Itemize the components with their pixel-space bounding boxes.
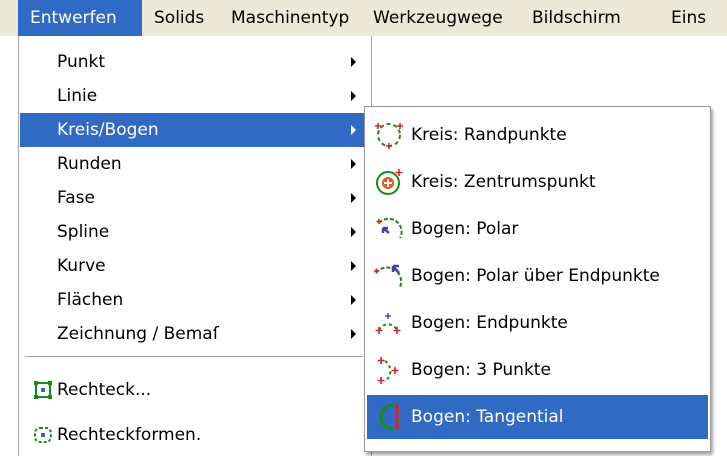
menu-item-label: Runden xyxy=(57,154,122,174)
menu-item-label: Rechteckformen. xyxy=(57,425,202,445)
submenu-item-bogen-polar-endpunkte[interactable]: Bogen: Polar über Endpunkte xyxy=(367,254,708,298)
menu-item-punkt[interactable]: Punkt xyxy=(20,45,370,79)
arc-3-points-icon xyxy=(373,355,405,385)
submenu-item-bogen-endpunkte[interactable]: Bogen: Endpunkte xyxy=(367,301,708,345)
submenu-item-label: Bogen: 3 Punkte xyxy=(411,360,551,380)
kreis-bogen-submenu: Kreis: Randpunkte Kreis: Zentrumspunkt B… xyxy=(364,106,711,452)
menu-bildschirm[interactable]: Bildschirm xyxy=(532,0,621,36)
submenu-arrow-icon xyxy=(351,125,356,135)
circle-center-point-icon xyxy=(373,167,405,197)
circle-edge-points-icon xyxy=(373,120,405,150)
menu-item-label: Linie xyxy=(57,86,98,106)
menu-item-label: Fase xyxy=(57,188,95,208)
menu-item-label: Zeichnung / Bemaſ xyxy=(57,324,219,344)
submenu-arrow-icon xyxy=(351,193,356,203)
menu-solids[interactable]: Solids xyxy=(154,0,204,36)
menu-item-fase[interactable]: Fase xyxy=(20,181,370,215)
menu-item-kurve[interactable]: Kurve xyxy=(20,249,370,283)
menu-separator xyxy=(25,356,363,358)
menu-item-label: Kreis/Bogen xyxy=(57,120,159,140)
menu-item-label: Spline xyxy=(57,222,110,242)
rectangle-icon xyxy=(33,380,53,400)
arc-polar-endpoints-icon xyxy=(373,261,405,291)
submenu-arrow-icon xyxy=(351,227,356,237)
submenu-arrow-icon xyxy=(351,295,356,305)
submenu-item-label: Kreis: Randpunkte xyxy=(411,125,567,145)
entwerfen-dropdown: Punkt Linie Kreis/Bogen Runden Fase Spli… xyxy=(18,36,372,456)
menu-item-label: Kurve xyxy=(57,256,106,276)
menu-item-spline[interactable]: Spline xyxy=(20,215,370,249)
submenu-item-kreis-randpunkte[interactable]: Kreis: Randpunkte xyxy=(367,113,708,157)
submenu-item-bogen-polar[interactable]: Bogen: Polar xyxy=(367,207,708,251)
submenu-arrow-icon xyxy=(351,159,356,169)
arc-polar-icon xyxy=(373,214,405,244)
menu-eins[interactable]: Eins xyxy=(671,0,706,36)
menu-item-runden[interactable]: Runden xyxy=(20,147,370,181)
submenu-item-bogen-tangential[interactable]: Bogen: Tangential xyxy=(367,395,708,439)
menu-item-label: Flächen xyxy=(57,290,124,310)
submenu-item-label: Kreis: Zentrumspunkt xyxy=(411,172,596,192)
menu-item-zeichnung-bemassung[interactable]: Zeichnung / Bemaſ xyxy=(20,317,370,351)
submenu-item-label: Bogen: Tangential xyxy=(411,407,564,427)
submenu-arrow-icon xyxy=(351,91,356,101)
menu-entwerfen[interactable]: Entwerfen xyxy=(18,0,142,36)
submenu-item-label: Bogen: Polar xyxy=(411,219,519,239)
menu-item-flaechen[interactable]: Flächen xyxy=(20,283,370,317)
menu-item-rechteckformen[interactable]: Rechteckformen. xyxy=(20,418,370,452)
submenu-arrow-icon xyxy=(351,329,356,339)
submenu-item-label: Bogen: Endpunkte xyxy=(411,313,568,333)
menu-item-linie[interactable]: Linie xyxy=(20,79,370,113)
arc-tangential-icon xyxy=(373,402,405,432)
menu-bar: Entwerfen Solids Maschinentyp Werkzeugwe… xyxy=(0,0,727,36)
rounded-rectangle-icon xyxy=(33,425,53,445)
arc-endpoints-icon xyxy=(373,308,405,338)
menu-item-rechteck[interactable]: Rechteck... xyxy=(20,373,370,407)
submenu-item-label: Bogen: Polar über Endpunkte xyxy=(411,266,660,286)
submenu-arrow-icon xyxy=(351,261,356,271)
menu-item-label: Rechteck... xyxy=(57,380,152,400)
menu-maschinentyp[interactable]: Maschinentyp xyxy=(231,0,349,36)
submenu-item-kreis-zentrumspunkt[interactable]: Kreis: Zentrumspunkt xyxy=(367,160,708,204)
menu-werkzeugwege[interactable]: Werkzeugwege xyxy=(373,0,503,36)
submenu-arrow-icon xyxy=(351,57,356,67)
submenu-item-bogen-3-punkte[interactable]: Bogen: 3 Punkte xyxy=(367,348,708,392)
menu-item-label: Punkt xyxy=(57,52,106,72)
menu-item-kreis-bogen[interactable]: Kreis/Bogen xyxy=(20,113,370,147)
